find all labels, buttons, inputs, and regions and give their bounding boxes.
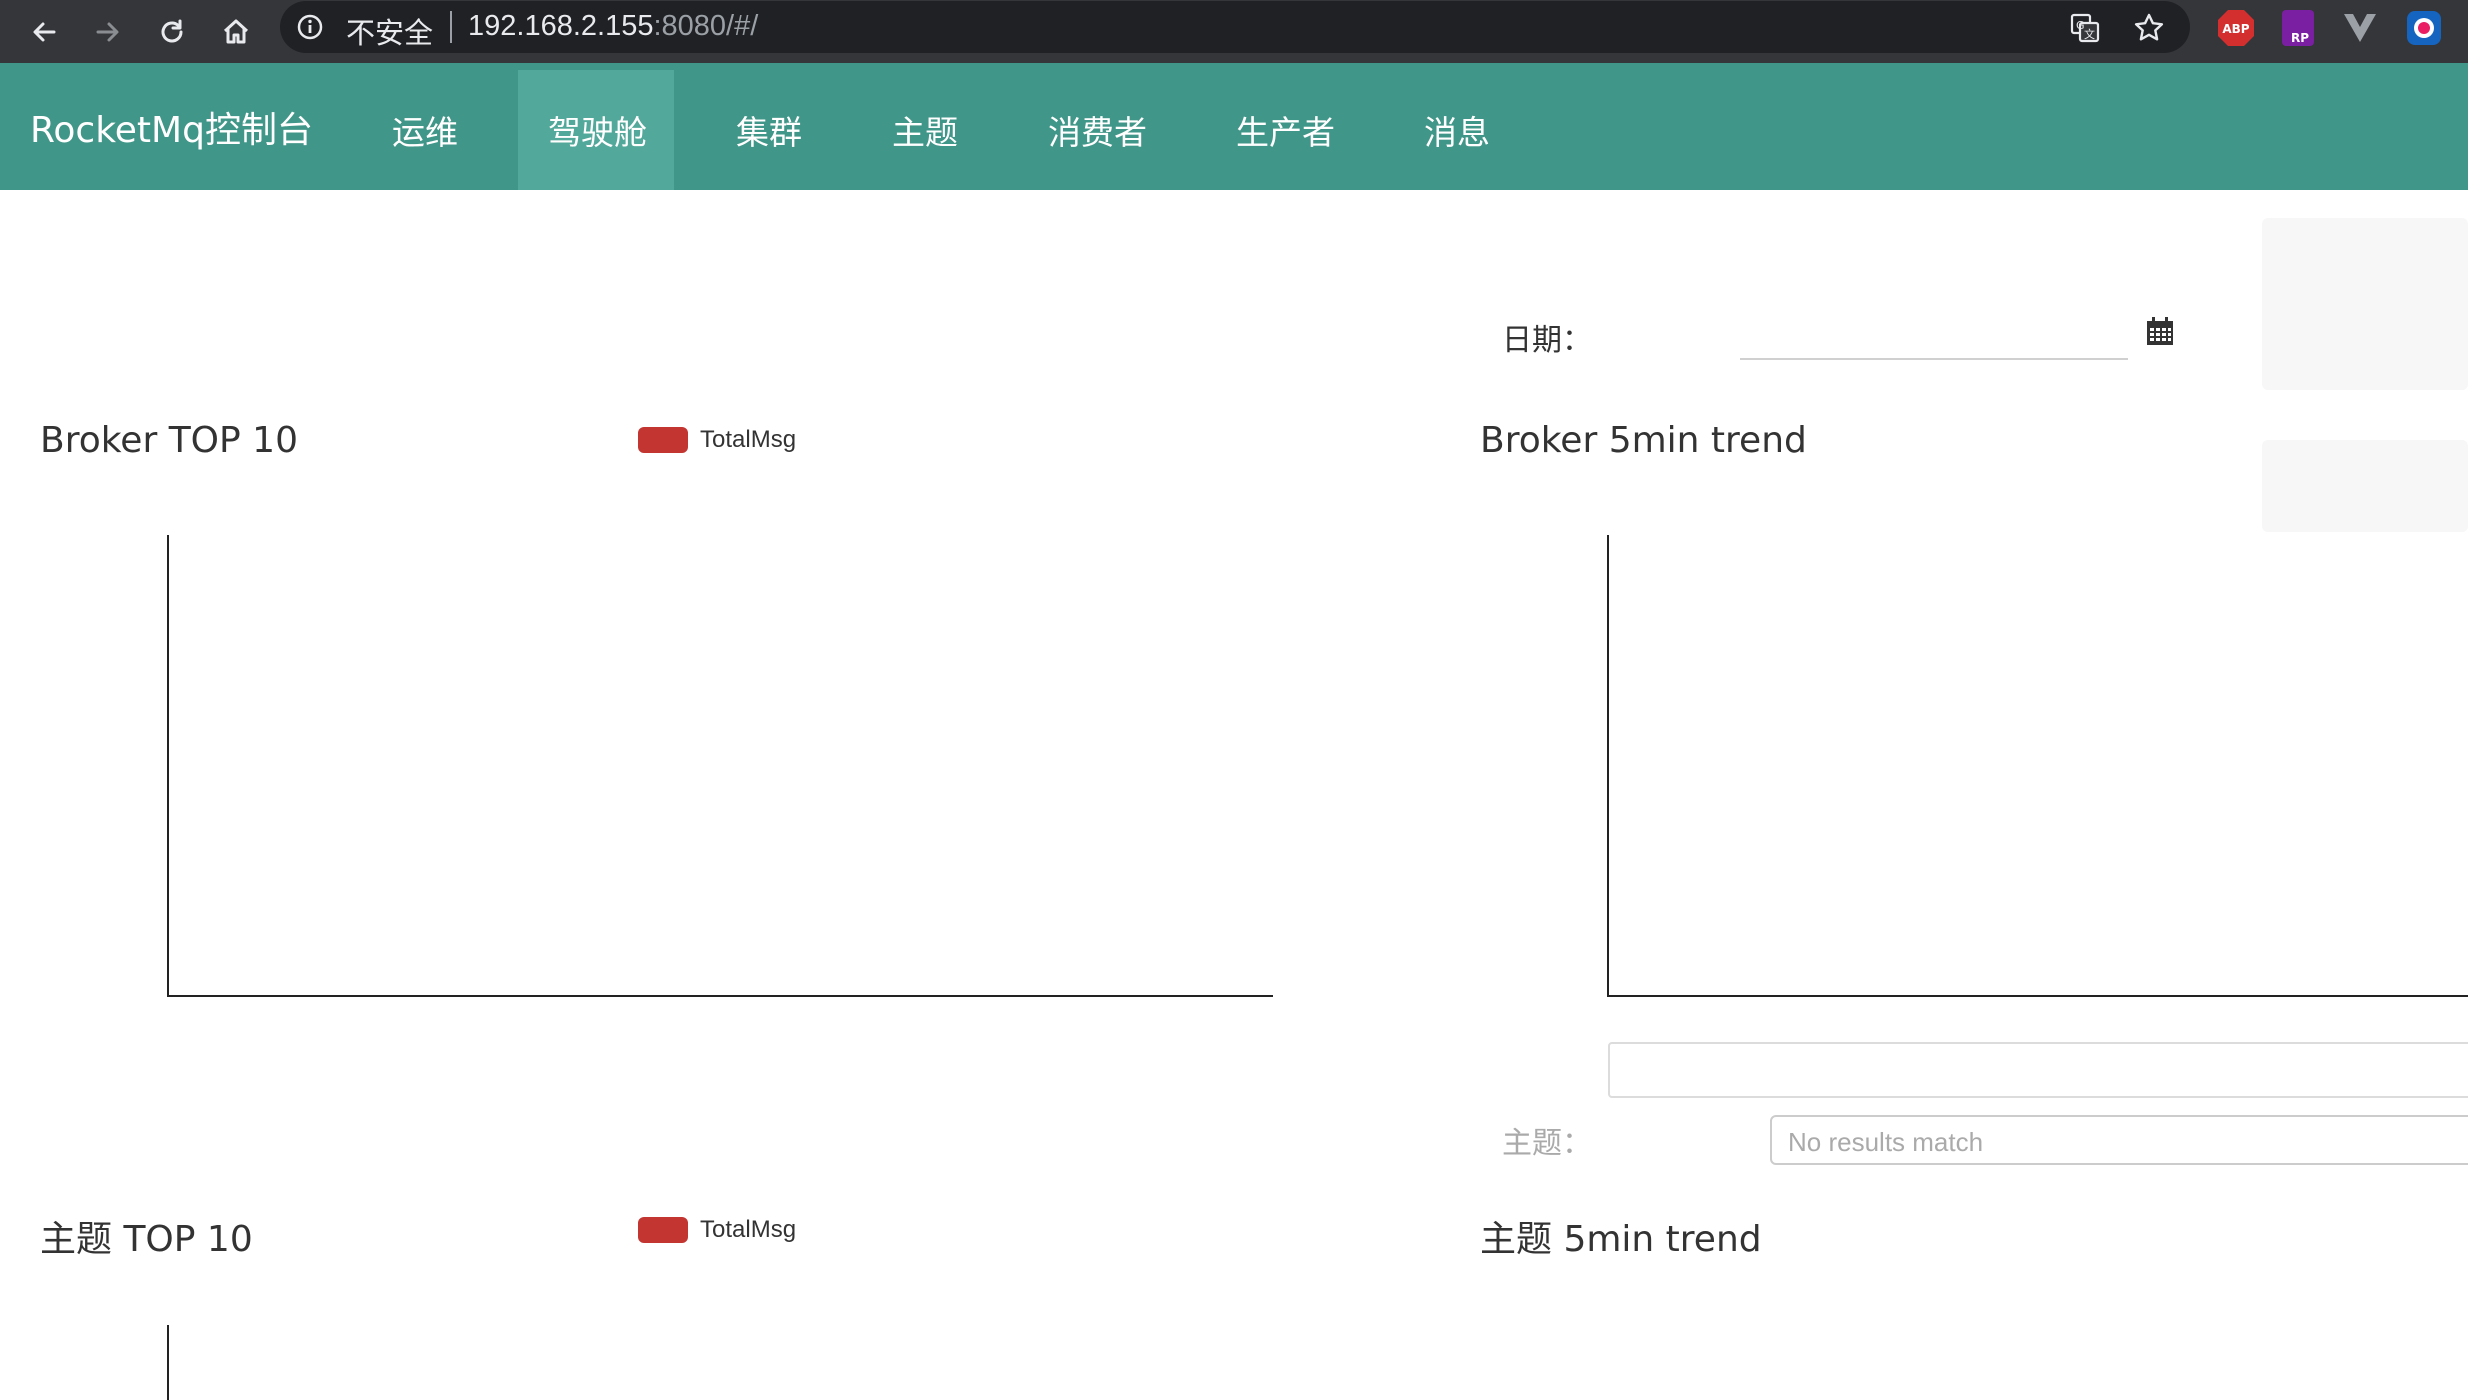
nav-item-label: 消息 bbox=[1424, 113, 1490, 152]
address-bar[interactable]: 不安全 192.168.2.155:8080/#/ G 文 bbox=[280, 1, 2190, 53]
nav-item-topic[interactable]: 主题 bbox=[862, 70, 988, 190]
broker-trend-y-axis bbox=[1607, 535, 1609, 997]
legend-swatch bbox=[638, 427, 688, 453]
nav-item-label: 生产者 bbox=[1236, 113, 1335, 152]
legend-swatch bbox=[638, 1217, 688, 1243]
nav-item-dashboard[interactable]: 驾驶舱 bbox=[518, 70, 674, 190]
svg-text:文: 文 bbox=[2084, 27, 2095, 41]
nav-item-label: 运维 bbox=[392, 113, 458, 152]
brand-title[interactable]: RocketMq控制台 bbox=[30, 101, 313, 153]
topic-select-box[interactable] bbox=[1608, 1042, 2468, 1098]
broker-top10-x-axis bbox=[167, 995, 1273, 997]
svg-text:ABP: ABP bbox=[2222, 22, 2249, 36]
calendar-icon[interactable] bbox=[2146, 316, 2174, 346]
topic-top10-legend[interactable]: TotalMsg bbox=[638, 1216, 796, 1244]
topic-top10-title: 主题 TOP 10 bbox=[40, 1219, 253, 1260]
no-results-text: No results match bbox=[1788, 1127, 1984, 1157]
vue-devtools-icon[interactable] bbox=[2340, 8, 2380, 48]
adblock-plus-icon[interactable]: ABP bbox=[2216, 8, 2256, 48]
url-host: 192.168.2.155 bbox=[468, 10, 654, 42]
url-text[interactable]: 192.168.2.155:8080/#/ bbox=[468, 10, 758, 43]
topic-trend-title: 主题 5min trend bbox=[1480, 1219, 1762, 1260]
translate-icon[interactable]: G 文 bbox=[2068, 11, 2102, 45]
broker-top10-y-axis bbox=[167, 535, 169, 997]
address-separator bbox=[450, 11, 452, 43]
browser-toolbar: 不安全 192.168.2.155:8080/#/ G 文 ABP RP bbox=[0, 0, 2468, 63]
broker-trend-x-axis bbox=[1607, 995, 2468, 997]
broker-trend-title: Broker 5min trend bbox=[1480, 420, 1807, 461]
app-navbar: RocketMq控制台 运维 驾驶舱 集群 主题 消费者 生产者 消息 bbox=[0, 63, 2468, 190]
broker-top10-title: Broker TOP 10 bbox=[40, 420, 298, 461]
nav-item-label: 主题 bbox=[892, 113, 958, 152]
nav-item-ops[interactable]: 运维 bbox=[362, 70, 488, 190]
overlay-card bbox=[2262, 218, 2468, 390]
nav-item-label: 驾驶舱 bbox=[548, 113, 647, 152]
url-rest: :8080/#/ bbox=[653, 10, 759, 42]
date-label: 日期： bbox=[1502, 323, 1592, 358]
topic-top10-y-axis bbox=[167, 1325, 169, 1400]
topic-label: 主题： bbox=[1502, 1126, 1592, 1161]
broker-top10-legend[interactable]: TotalMsg bbox=[638, 426, 796, 454]
nav-item-label: 集群 bbox=[736, 113, 802, 152]
back-icon[interactable] bbox=[20, 8, 68, 56]
topic-search-dropdown[interactable]: No results match bbox=[1770, 1115, 2468, 1165]
star-icon[interactable] bbox=[2132, 11, 2166, 45]
security-status: 不安全 bbox=[346, 16, 434, 50]
forward-icon[interactable] bbox=[84, 8, 132, 56]
profile-extension-icon[interactable] bbox=[2404, 8, 2444, 48]
svg-text:RP: RP bbox=[2291, 31, 2309, 45]
nav-item-message[interactable]: 消息 bbox=[1394, 70, 1520, 190]
nav-item-label: 消费者 bbox=[1048, 113, 1147, 152]
info-icon[interactable] bbox=[296, 13, 324, 41]
reload-icon[interactable] bbox=[148, 8, 196, 56]
overlay-card bbox=[2262, 440, 2468, 532]
nav-item-cluster[interactable]: 集群 bbox=[706, 70, 832, 190]
legend-label: TotalMsg bbox=[700, 426, 797, 453]
home-icon[interactable] bbox=[212, 8, 260, 56]
legend-label: TotalMsg bbox=[700, 1216, 797, 1243]
rp-extension-icon[interactable]: RP bbox=[2278, 8, 2318, 48]
date-input[interactable] bbox=[1740, 312, 2128, 360]
nav-item-producer[interactable]: 生产者 bbox=[1206, 70, 1365, 190]
nav-item-consumer[interactable]: 消费者 bbox=[1018, 70, 1177, 190]
